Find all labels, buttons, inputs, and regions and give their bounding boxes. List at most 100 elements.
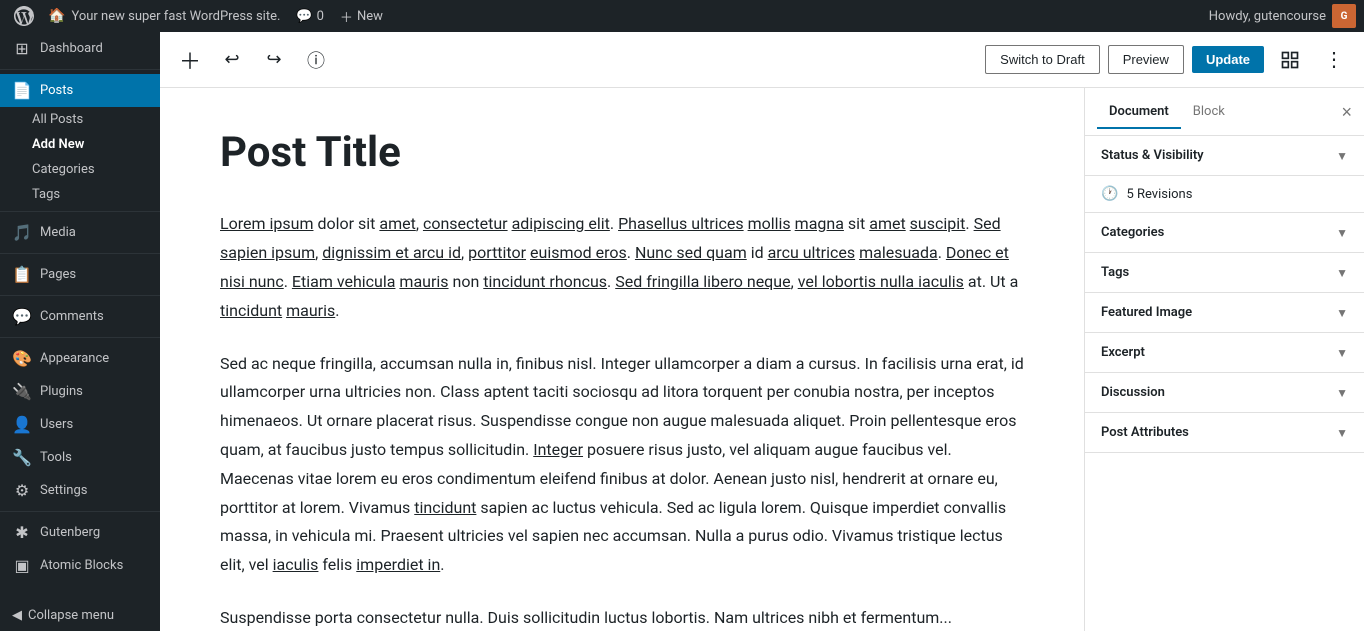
panel-section-discussion[interactable]: Discussion ▼ — [1085, 373, 1364, 413]
wp-logo-icon[interactable] — [8, 0, 40, 32]
admin-bar-new[interactable]: ＋ New — [332, 7, 391, 26]
admin-bar-site[interactable]: 🏠 Your new super fast WordPress site. — [40, 8, 288, 24]
appearance-icon: 🎨 — [12, 349, 32, 368]
sidebar-item-users[interactable]: 👤 Users — [0, 408, 160, 441]
collapse-menu-label: Collapse menu — [28, 608, 114, 623]
settings-panel-button[interactable] — [1272, 42, 1308, 78]
status-visibility-chevron: ▼ — [1336, 149, 1348, 163]
sidebar-divider-4 — [0, 295, 160, 296]
post-attributes-chevron: ▼ — [1336, 426, 1348, 440]
redo-button[interactable]: ↪ — [256, 42, 292, 78]
sidebar-item-plugins[interactable]: 🔌 Plugins — [0, 375, 160, 408]
sidebar-item-gutenberg-label: Gutenberg — [40, 525, 100, 540]
block-tab-label: Block — [1193, 104, 1225, 119]
preview-label: Preview — [1123, 52, 1169, 67]
sidebar-divider-5 — [0, 337, 160, 338]
comments-nav-icon: 💬 — [12, 307, 32, 326]
sidebar-item-pages-label: Pages — [40, 267, 76, 282]
add-new-label: Add New — [32, 137, 84, 152]
tags-chevron: ▼ — [1336, 266, 1348, 280]
sidebar-item-settings[interactable]: ⚙ Settings — [0, 474, 160, 507]
admin-bar: 🏠 Your new super fast WordPress site. 💬 … — [0, 0, 1364, 32]
sidebar-item-comments-label: Comments — [40, 309, 104, 324]
new-label: New — [357, 9, 383, 24]
sidebar-subitem-tags[interactable]: Tags — [0, 182, 160, 207]
sidebar-item-comments[interactable]: 💬 Comments — [0, 300, 160, 333]
sidebar-item-atomic-blocks-label: Atomic Blocks — [40, 558, 123, 573]
post-content[interactable]: Post Title Lorem ipsum dolor sit amet, c… — [160, 88, 1084, 631]
dashboard-icon: ⊞ — [12, 39, 32, 58]
sidebar: ⊞ Dashboard 📄 Posts All Posts Add New Ca… — [0, 32, 160, 631]
sidebar-item-gutenberg[interactable]: ✱ Gutenberg — [0, 516, 160, 549]
right-panel: Document Block × Status & Visibility ▼ — [1084, 88, 1364, 631]
status-visibility-title: Status & Visibility — [1101, 148, 1204, 163]
sidebar-divider-6 — [0, 511, 160, 512]
sidebar-subitem-all-posts[interactable]: All Posts — [0, 107, 160, 132]
admin-bar-howdy[interactable]: Howdy, gutencourse G — [1209, 4, 1356, 28]
sidebar-item-appearance[interactable]: 🎨 Appearance — [0, 342, 160, 375]
sidebar-item-plugins-label: Plugins — [40, 384, 83, 399]
users-icon: 👤 — [12, 415, 32, 434]
sidebar-divider-1 — [0, 69, 160, 70]
preview-button[interactable]: Preview — [1108, 45, 1184, 74]
info-button[interactable]: ⓘ — [298, 42, 334, 78]
undo-icon: ↩ — [224, 49, 239, 70]
revisions-row[interactable]: 🕐 5 Revisions — [1085, 176, 1364, 213]
tags-title: Tags — [1101, 265, 1129, 280]
revisions-clock-icon: 🕐 — [1101, 186, 1118, 202]
admin-bar-comments[interactable]: 💬 0 — [288, 9, 332, 24]
all-posts-label: All Posts — [32, 112, 83, 127]
tab-block[interactable]: Block — [1181, 96, 1237, 129]
switch-to-draft-button[interactable]: Switch to Draft — [985, 45, 1100, 74]
tab-document[interactable]: Document — [1097, 96, 1181, 129]
panel-section-categories[interactable]: Categories ▼ — [1085, 213, 1364, 253]
gutenberg-icon: ✱ — [12, 523, 32, 542]
sidebar-item-atomic-blocks[interactable]: ▣ Atomic Blocks — [0, 549, 160, 582]
sidebar-subitem-add-new[interactable]: Add New — [0, 132, 160, 157]
categories-chevron: ▼ — [1336, 226, 1348, 240]
sidebar-subitem-categories[interactable]: Categories — [0, 157, 160, 182]
undo-button[interactable]: ↩ — [214, 42, 250, 78]
comments-icon: 💬 — [296, 9, 312, 24]
sidebar-item-tools-label: Tools — [40, 450, 72, 465]
featured-image-title: Featured Image — [1101, 305, 1192, 320]
post-attributes-title: Post Attributes — [1101, 425, 1189, 440]
panel-section-tags[interactable]: Tags ▼ — [1085, 253, 1364, 293]
redo-icon: ↪ — [266, 49, 281, 70]
tools-icon: 🔧 — [12, 448, 32, 467]
tags-label: Tags — [32, 187, 60, 202]
sidebar-item-dashboard[interactable]: ⊞ Dashboard — [0, 32, 160, 65]
sidebar-divider-3 — [0, 253, 160, 254]
sidebar-item-tools[interactable]: 🔧 Tools — [0, 441, 160, 474]
post-title[interactable]: Post Title — [220, 128, 1024, 178]
paragraph-1: Lorem ipsum dolor sit amet, consectetur … — [220, 210, 1024, 325]
sidebar-divider-2 — [0, 211, 160, 212]
update-button[interactable]: Update — [1192, 46, 1264, 73]
toolbar-right: Switch to Draft Preview Update ⋮ — [985, 42, 1352, 78]
categories-title: Categories — [1101, 225, 1164, 240]
excerpt-title: Excerpt — [1101, 345, 1145, 360]
main-layout: ⊞ Dashboard 📄 Posts All Posts Add New Ca… — [0, 32, 1364, 631]
sidebar-item-posts[interactable]: 📄 Posts — [0, 74, 160, 107]
sidebar-bottom: ◀ Collapse menu — [0, 600, 160, 631]
sidebar-item-appearance-label: Appearance — [40, 351, 109, 366]
right-panel-body: Status & Visibility ▼ 🕐 5 Revisions Cate… — [1085, 136, 1364, 631]
collapse-menu-button[interactable]: ◀ Collapse menu — [0, 600, 160, 631]
sidebar-item-pages[interactable]: 📋 Pages — [0, 258, 160, 291]
media-icon: 🎵 — [12, 223, 32, 242]
close-panel-button[interactable]: × — [1341, 103, 1352, 121]
sidebar-item-settings-label: Settings — [40, 483, 87, 498]
atomic-blocks-icon: ▣ — [12, 556, 32, 575]
editor-toolbar: ＋ ↩ ↪ ⓘ Switch to Draft Preview Update — [160, 32, 1364, 88]
editor-content-area: Post Title Lorem ipsum dolor sit amet, c… — [160, 88, 1364, 631]
add-block-button[interactable]: ＋ — [172, 42, 208, 78]
panel-section-post-attributes[interactable]: Post Attributes ▼ — [1085, 413, 1364, 453]
site-name: Your new super fast WordPress site. — [71, 9, 280, 24]
settings-icon: ⚙ — [12, 481, 32, 500]
panel-section-excerpt[interactable]: Excerpt ▼ — [1085, 333, 1364, 373]
panel-section-status-visibility[interactable]: Status & Visibility ▼ — [1085, 136, 1364, 176]
panel-section-featured-image[interactable]: Featured Image ▼ — [1085, 293, 1364, 333]
sidebar-item-media[interactable]: 🎵 Media — [0, 216, 160, 249]
more-options-button[interactable]: ⋮ — [1316, 42, 1352, 78]
info-icon: ⓘ — [307, 47, 325, 73]
